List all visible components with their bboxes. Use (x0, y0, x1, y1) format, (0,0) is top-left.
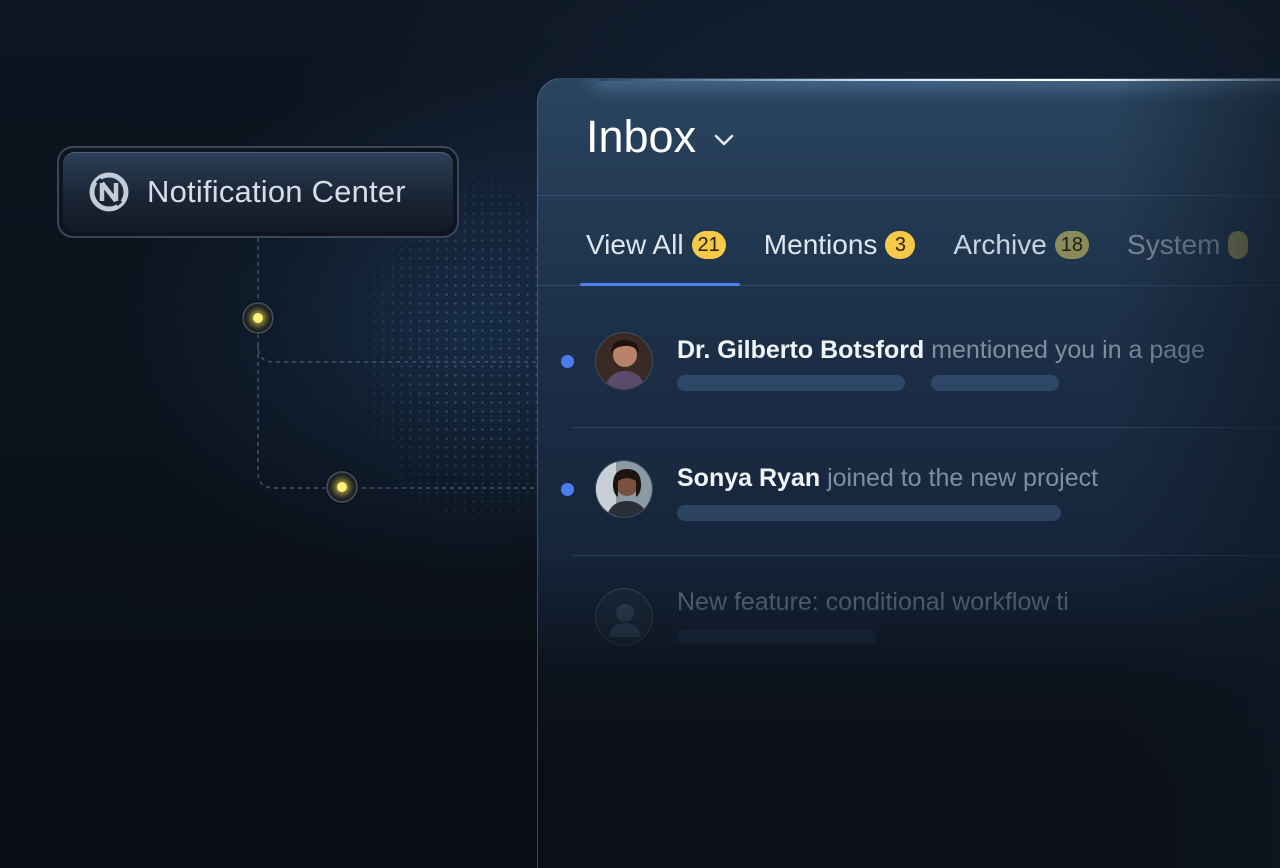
unread-indicator (561, 483, 574, 496)
tab-label: Archive (953, 229, 1047, 260)
sender-name: Sonya Ryan (677, 464, 821, 492)
chevron-down-icon (714, 134, 734, 146)
notification-item[interactable]: Sonya Ryan joined to the new project (538, 427, 1280, 555)
skeleton-line (931, 375, 1059, 391)
count-badge: 3 (885, 231, 916, 259)
count-badge: 21 (691, 231, 726, 259)
tabs-divider (538, 285, 1280, 286)
notification-action: New feature: conditional workflow ti (677, 588, 1069, 616)
tab-system[interactable]: System (1127, 229, 1249, 261)
inbox-title: Inbox (586, 111, 697, 162)
connector-node (326, 471, 358, 503)
tab-archive[interactable]: Archive 18 (953, 229, 1090, 261)
notification-text: New feature: conditional workflow ti (677, 588, 1069, 617)
sender-name: Dr. Gilberto Botsford (677, 336, 925, 364)
notification-text: Sonya Ryan joined to the new project (677, 464, 1098, 493)
notification-item[interactable]: New feature: conditional workflow ti (538, 555, 1280, 683)
tab-label: View All (586, 229, 684, 260)
skeleton-line (677, 505, 1061, 521)
inbox-dropdown[interactable]: Inbox (586, 111, 736, 163)
notification-center-inner: Notification Center (63, 152, 453, 232)
notification-center-button[interactable]: Notification Center (57, 146, 459, 238)
avatar (595, 460, 653, 518)
count-badge: 18 (1054, 231, 1090, 259)
count-badge (1228, 231, 1249, 259)
tab-label: System (1127, 229, 1221, 260)
skeleton-line (677, 375, 905, 391)
connector-node (242, 302, 274, 334)
brand-logo-icon (89, 172, 129, 212)
tab-label: Mentions (763, 229, 878, 260)
notification-action: joined to the new project (827, 464, 1099, 492)
skeleton-line (677, 629, 877, 645)
inbox-panel: Inbox View All 21 Mentions 3 Archive 18 … (537, 78, 1280, 868)
unread-indicator (561, 355, 574, 368)
notification-action: mentioned you in a page (931, 336, 1206, 364)
tab-bar: View All 21 Mentions 3 Archive 18 System (586, 229, 1280, 261)
stage: Notification Center Inbox View All 21 Me… (0, 0, 1280, 868)
avatar (595, 588, 653, 646)
tab-view-all[interactable]: View All 21 (586, 229, 726, 261)
avatar (595, 332, 653, 390)
notification-center-label: Notification Center (147, 174, 406, 209)
header-divider (538, 195, 1280, 196)
notification-text: Dr. Gilberto Botsford mentioned you in a… (677, 336, 1205, 365)
notification-item[interactable]: Dr. Gilberto Botsford mentioned you in a… (538, 299, 1280, 427)
tab-mentions[interactable]: Mentions 3 (764, 229, 916, 261)
user-icon (609, 604, 641, 637)
panel-top-glow (598, 79, 1280, 81)
